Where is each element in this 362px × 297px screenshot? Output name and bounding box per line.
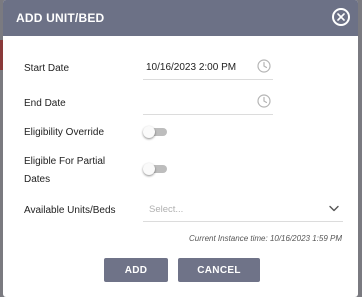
eligibility-override-toggle[interactable]: [143, 126, 167, 138]
available-units-placeholder: Select...: [149, 204, 184, 215]
start-date-field[interactable]: 10/16/2023 2:00 PM: [143, 57, 273, 80]
add-unit-bed-dialog: ADD UNIT/BED Start Date 10/16/2023 2:00 …: [3, 0, 358, 297]
eligibility-override-label: Eligibility Override: [24, 127, 105, 138]
cancel-button[interactable]: CANCEL: [178, 258, 260, 282]
close-icon[interactable]: [332, 8, 350, 26]
eligible-partial-dates-label: Eligible For Partial: [24, 156, 106, 167]
chevron-down-icon[interactable]: [329, 205, 339, 212]
end-date-field[interactable]: [143, 92, 273, 115]
dialog-title: ADD UNIT/BED: [16, 11, 105, 25]
dialog-header: ADD UNIT/BED: [3, 0, 358, 36]
clock-icon[interactable]: [257, 94, 271, 108]
add-button[interactable]: ADD: [104, 258, 168, 282]
start-date-value: 10/16/2023 2:00 PM: [146, 62, 237, 73]
current-instance-time: Current Instance time: 10/16/2023 1:59 P…: [189, 234, 342, 243]
eligible-partial-dates-label-line2: Dates: [24, 174, 51, 185]
available-units-select[interactable]: Select...: [143, 199, 343, 222]
eligible-partial-dates-toggle[interactable]: [143, 163, 167, 175]
start-date-label: Start Date: [24, 63, 70, 74]
available-units-label: Available Units/Beds: [24, 205, 116, 216]
clock-icon[interactable]: [257, 59, 271, 73]
end-date-label: End Date: [24, 98, 66, 109]
